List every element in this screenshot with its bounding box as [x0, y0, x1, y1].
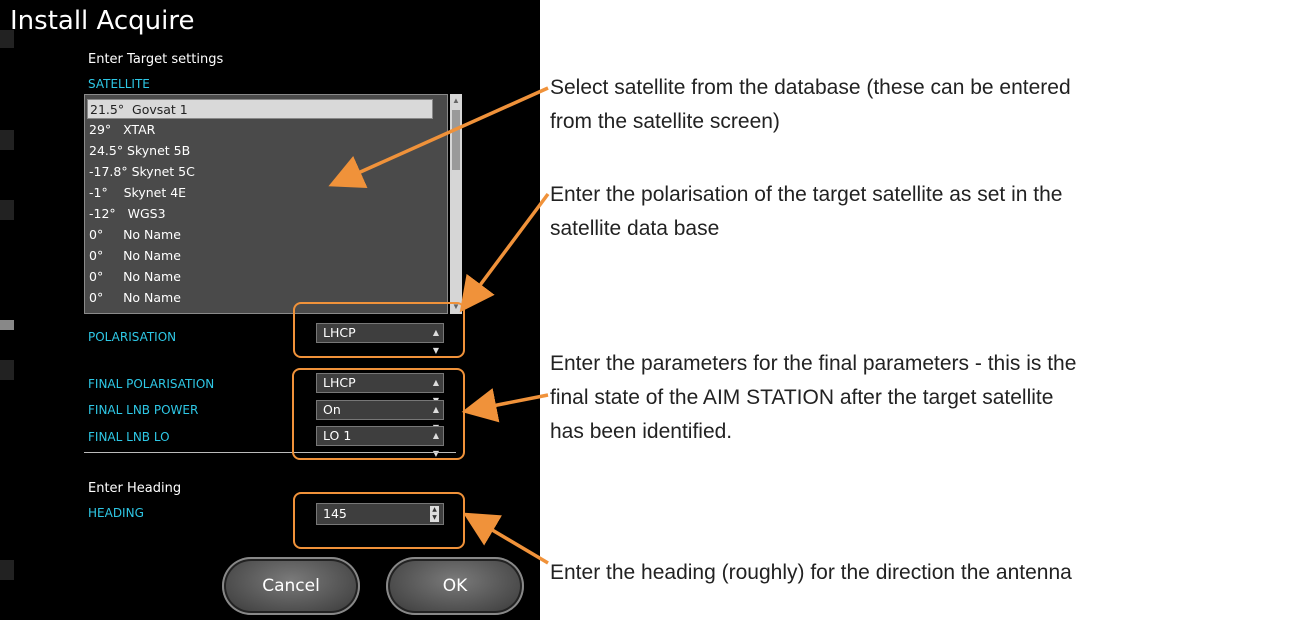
heading-annotation: Enter the heading (roughly) for the dire…	[550, 556, 1072, 590]
annotation-line: Select satellite from the database (thes…	[550, 76, 1071, 99]
annotation-line: from the satellite screen)	[550, 110, 780, 133]
annotation-line: satellite data base	[550, 217, 720, 240]
satellite-annotation: Select satellite from the database (thes…	[550, 71, 1071, 139]
annotation-line: Enter the parameters for the final param…	[550, 352, 1077, 375]
heading-arrow	[462, 512, 549, 565]
annotation-line: Enter the heading (roughly) for the dire…	[550, 561, 1072, 584]
satellite-arrow	[328, 86, 549, 188]
polarisation-annotation: Enter the polarisation of the target sat…	[550, 178, 1062, 246]
annotation-line: Enter the polarisation of the target sat…	[550, 183, 1063, 206]
final-params-annotation: Enter the parameters for the final param…	[550, 347, 1076, 449]
annotation-line: has been identified.	[550, 420, 733, 443]
final-params-arrow	[461, 388, 549, 423]
polarisation-arrow	[459, 192, 550, 313]
annotation-line: final state of the AIM STATION after the…	[550, 386, 1054, 409]
